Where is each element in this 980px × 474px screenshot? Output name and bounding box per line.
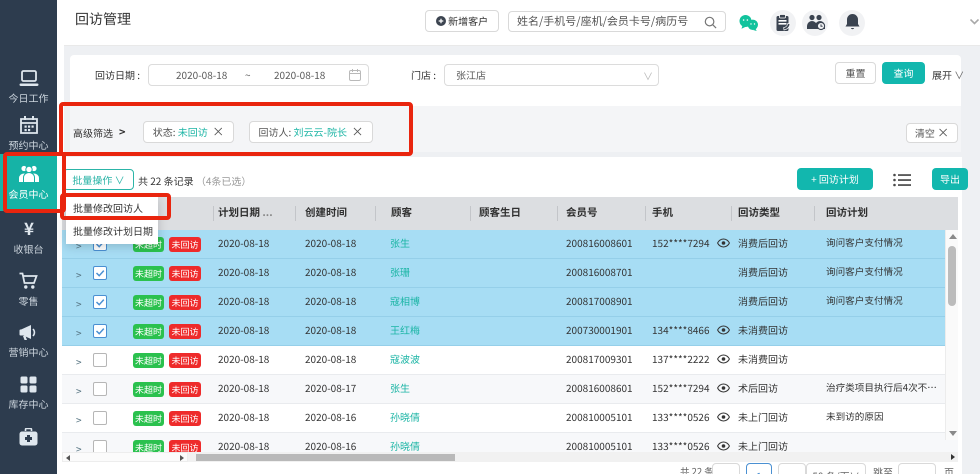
svg-text:¥: ¥: [23, 220, 33, 238]
